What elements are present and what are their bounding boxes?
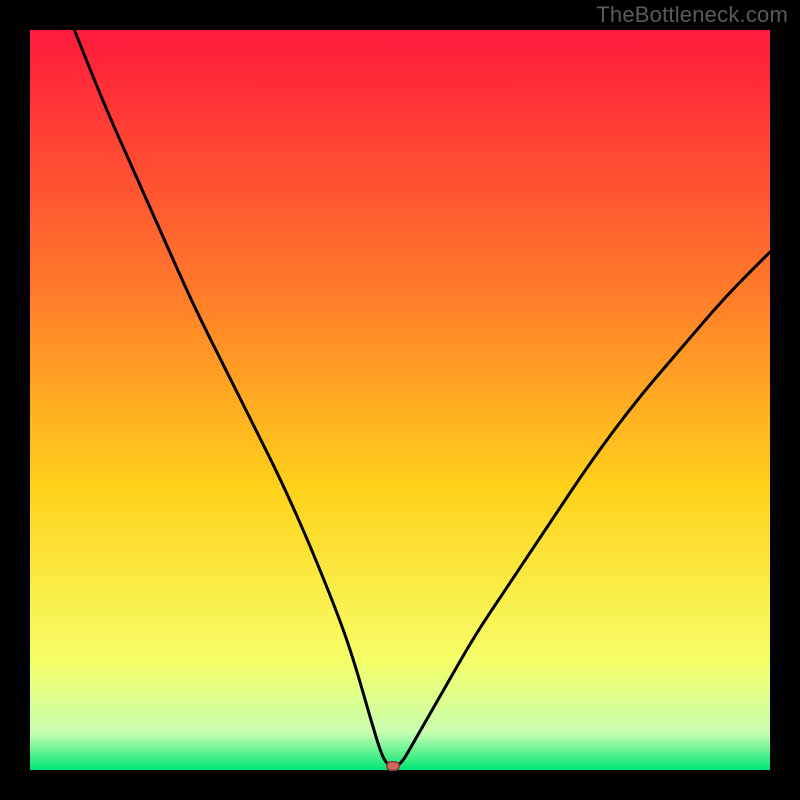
bottleneck-chart xyxy=(30,30,770,770)
chart-frame: TheBottleneck.com xyxy=(0,0,800,800)
current-point-marker xyxy=(386,761,400,771)
gradient-background xyxy=(30,30,770,770)
watermark-text: TheBottleneck.com xyxy=(596,2,788,28)
